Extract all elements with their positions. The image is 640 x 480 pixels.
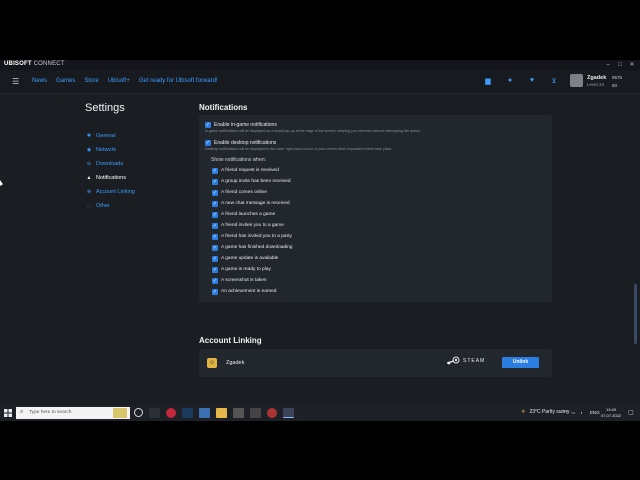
page-title: Settings bbox=[85, 102, 125, 114]
checkbox[interactable]: ✓ bbox=[212, 267, 218, 273]
notification-center-icon[interactable]: ▢ bbox=[628, 409, 634, 416]
gear-icon: ✱ bbox=[86, 133, 92, 139]
sidebar-item-notifications[interactable]: ▲ Notifications bbox=[85, 171, 135, 185]
sidebar-item-account-linking[interactable]: ⊗ Account Linking bbox=[85, 185, 135, 199]
checkbox[interactable]: ✓ bbox=[212, 212, 218, 218]
checkbox[interactable]: ✓ bbox=[212, 234, 218, 240]
clock[interactable]: 13:49 07.07.2022 bbox=[601, 407, 621, 419]
store-icon[interactable] bbox=[233, 408, 244, 418]
nav-link-games[interactable]: Games bbox=[56, 78, 75, 84]
download-icon: ⊖ bbox=[86, 161, 92, 167]
bell-icon: ▲ bbox=[86, 175, 92, 181]
checkbox[interactable]: ✓ bbox=[212, 256, 218, 262]
app-brand: UBISOFT CONNECT bbox=[4, 61, 65, 67]
checkbox[interactable]: ✓ bbox=[212, 190, 218, 196]
sidebar-item-downloads[interactable]: ⊖ Downloads bbox=[85, 157, 135, 171]
steam-taskbar-icon[interactable] bbox=[182, 408, 193, 418]
checkbox[interactable]: ✓ bbox=[212, 201, 218, 207]
app-taskbar-icon[interactable] bbox=[199, 408, 210, 418]
steam-icon bbox=[446, 356, 460, 365]
menu-icon[interactable]: ☰ bbox=[12, 77, 19, 86]
desktop-notifications-checkbox[interactable]: ✓ bbox=[205, 140, 211, 146]
nav-icons: ▆ ● ♥ ⊻ bbox=[484, 77, 558, 85]
friends-icon[interactable]: ● bbox=[506, 77, 514, 85]
steam-label: STEAM bbox=[463, 358, 486, 364]
linked-username: Zgadek bbox=[226, 360, 245, 366]
notifications-panel: ✓ Enable in-game notifications In-game n… bbox=[199, 115, 552, 302]
nav-link-news[interactable]: News bbox=[32, 78, 47, 84]
taskbar-apps bbox=[134, 408, 294, 418]
sidebar-item-general[interactable]: ✱ General bbox=[85, 129, 135, 143]
ingame-notifications-checkbox[interactable]: ✓ bbox=[205, 122, 211, 128]
ubisoft-connect-window: UBISOFT CONNECT – □ ✕ ☰ News Games Store… bbox=[0, 60, 640, 405]
wishlist-icon[interactable]: ♥ bbox=[528, 77, 536, 85]
ingame-notifications-label: Enable in-game notifications bbox=[214, 122, 277, 128]
ubisoft-connect-taskbar-icon[interactable] bbox=[283, 408, 294, 418]
nav-link-ubisoft-forward[interactable]: Get ready for Ubisoft forward! bbox=[139, 78, 218, 84]
opera-icon[interactable] bbox=[166, 408, 176, 418]
sidebar-item-network[interactable]: ◉ Network bbox=[85, 143, 135, 157]
windows-start-icon[interactable] bbox=[4, 409, 12, 417]
steam-logo: STEAM bbox=[446, 356, 485, 366]
unlink-button[interactable]: Unlink bbox=[502, 357, 539, 368]
user-name: Zgadek bbox=[587, 75, 607, 81]
cortana-icon[interactable] bbox=[134, 408, 143, 417]
account-linking-heading: Account Linking bbox=[199, 336, 262, 345]
search-icon: ⌕ bbox=[20, 409, 24, 415]
desktop-notifications-desc: Desktop notifications will be displayed … bbox=[205, 147, 393, 151]
nav-link-store[interactable]: Store bbox=[84, 78, 98, 84]
sidebar-item-other[interactable]: … Other bbox=[85, 199, 135, 213]
account-linking-panel: ☺ Zgadek STEAM Unlink bbox=[199, 349, 552, 377]
weather-icon: ☀ bbox=[521, 409, 526, 415]
search-placeholder: Type here to search bbox=[29, 410, 72, 415]
nav-link-ubisoft-plus[interactable]: Ubisoft+ bbox=[108, 78, 130, 84]
window-controls: – □ ✕ bbox=[602, 60, 638, 70]
scrollbar-thumb[interactable] bbox=[634, 284, 637, 344]
checkbox[interactable]: ✓ bbox=[212, 223, 218, 229]
more-icon: … bbox=[86, 203, 92, 209]
checkbox[interactable]: ✓ bbox=[212, 168, 218, 174]
ingame-notifications-desc: In-game notifications will be displayed … bbox=[205, 129, 421, 133]
cart-icon[interactable]: ⊻ bbox=[550, 77, 558, 85]
screen: UBISOFT CONNECT – □ ✕ ☰ News Games Store… bbox=[0, 0, 640, 480]
game-avatar-icon: ☺ bbox=[207, 358, 217, 368]
user-level: Level 24 bbox=[587, 82, 605, 87]
avatar[interactable] bbox=[570, 74, 583, 87]
language-indicator[interactable]: ENG bbox=[590, 410, 600, 415]
notifications-heading: Notifications bbox=[199, 103, 248, 112]
settings-sidebar: ✱ General ◉ Network ⊖ Downloads ▲ Notificati… bbox=[85, 129, 135, 213]
scrollbar[interactable] bbox=[634, 94, 637, 394]
checkbox[interactable]: ✓ bbox=[212, 245, 218, 251]
checkbox[interactable]: ✓ bbox=[212, 278, 218, 284]
close-icon[interactable]: ✕ bbox=[626, 60, 638, 70]
checkbox[interactable]: ✓ bbox=[212, 179, 218, 185]
media-icon[interactable] bbox=[250, 408, 261, 418]
link-icon: ⊗ bbox=[86, 189, 92, 195]
minimize-icon[interactable]: – bbox=[602, 60, 614, 70]
task-view-icon[interactable] bbox=[149, 408, 160, 418]
windows-taskbar: ⌕ Type here to search ☀ 23°C Partly sunn… bbox=[0, 405, 640, 421]
show-notifications-label: Show notifications when: bbox=[211, 157, 267, 163]
currency-display: 6575 60 bbox=[612, 74, 622, 90]
network-icon: ◉ bbox=[86, 147, 92, 153]
recorder-icon[interactable] bbox=[267, 408, 277, 418]
chat-icon[interactable]: ▆ bbox=[484, 77, 492, 85]
title-bar: UBISOFT CONNECT – □ ✕ bbox=[0, 60, 640, 70]
search-highlight-image bbox=[113, 408, 127, 418]
clock-date: 07.07.2022 bbox=[601, 413, 622, 418]
taskbar-search[interactable]: ⌕ Type here to search bbox=[16, 407, 130, 419]
maximize-icon[interactable]: □ bbox=[614, 60, 626, 70]
top-nav: ☰ News Games Store Ubisoft+ Get ready fo… bbox=[0, 70, 640, 94]
file-explorer-icon[interactable] bbox=[216, 408, 227, 418]
units-count: 6575 bbox=[612, 75, 623, 80]
system-tray-icons[interactable]: ⌃ ▭ ◖ bbox=[563, 410, 585, 415]
coins-count: 60 bbox=[612, 83, 618, 88]
nav-links: News Games Store Ubisoft+ Get ready for … bbox=[32, 78, 218, 84]
checkbox[interactable]: ✓ bbox=[212, 289, 218, 295]
desktop-notifications-label: Enable desktop notifications bbox=[214, 140, 277, 146]
